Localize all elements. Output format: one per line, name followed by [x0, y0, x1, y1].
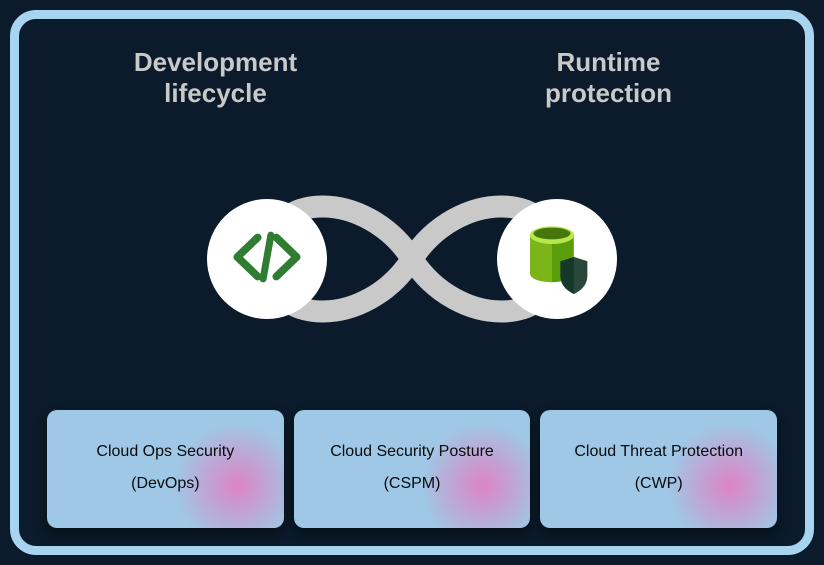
card-cloud-security-posture: Cloud Security Posture (CSPM) — [294, 410, 531, 528]
heading-runtime-protection: Runtime protection — [443, 47, 773, 109]
infinity-loop — [152, 129, 672, 389]
heading-development-lifecycle: Development lifecycle — [50, 47, 380, 109]
card-title: Cloud Ops Security — [61, 443, 270, 461]
database-shield-icon — [515, 215, 599, 304]
card-cloud-ops-security: Cloud Ops Security (DevOps) — [47, 410, 284, 528]
code-icon — [228, 218, 306, 301]
heading-left-line1: Development — [134, 47, 297, 77]
cards-row: Cloud Ops Security (DevOps) Cloud Securi… — [19, 410, 805, 528]
card-subtitle: (CWP) — [554, 475, 763, 493]
diagram-frame: Development lifecycle Runtime protection — [10, 10, 814, 555]
heading-left-line2: lifecycle — [164, 78, 267, 108]
card-title: Cloud Threat Protection — [554, 443, 763, 461]
heading-right-line2: protection — [545, 78, 672, 108]
card-cloud-threat-protection: Cloud Threat Protection (CWP) — [540, 410, 777, 528]
badge-runtime — [497, 199, 617, 319]
card-subtitle: (DevOps) — [61, 475, 270, 493]
card-title: Cloud Security Posture — [308, 443, 517, 461]
headings-row: Development lifecycle Runtime protection — [19, 47, 805, 109]
heading-right-line1: Runtime — [556, 47, 660, 77]
badge-development — [207, 199, 327, 319]
card-subtitle: (CSPM) — [308, 475, 517, 493]
